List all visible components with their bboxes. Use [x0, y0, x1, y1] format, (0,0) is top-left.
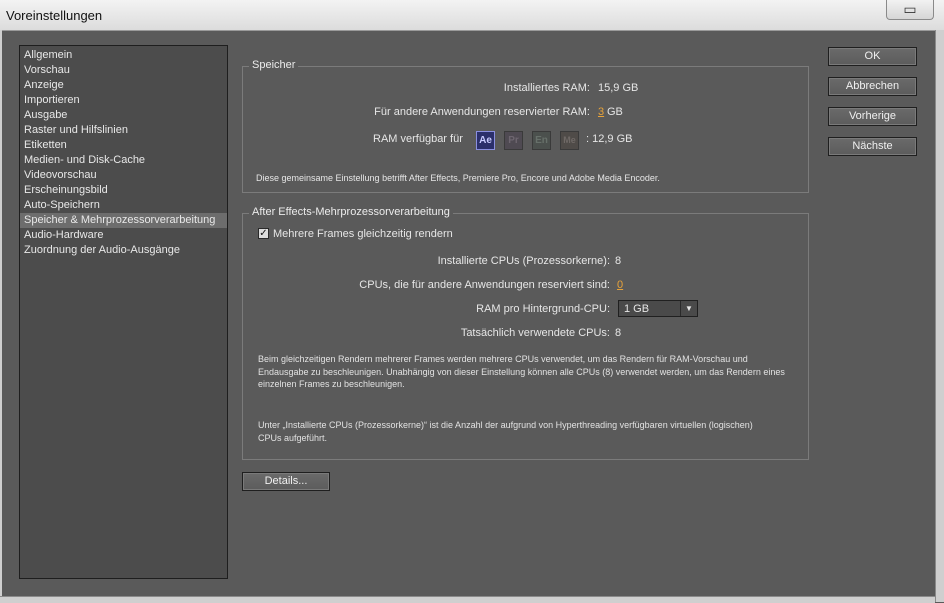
- sidebar-item-audio-ausgaenge[interactable]: Zuordnung der Audio-Ausgänge: [20, 243, 227, 258]
- ok-button[interactable]: OK: [828, 47, 917, 66]
- cancel-button[interactable]: Abbrechen: [828, 77, 917, 96]
- reserved-cpus-label: CPUs, die für andere Anwendungen reservi…: [359, 279, 610, 291]
- sidebar-item-importieren[interactable]: Importieren: [20, 93, 227, 108]
- sidebar-item-ausgabe[interactable]: Ausgabe: [20, 108, 227, 123]
- close-button[interactable]: ▭: [886, 0, 934, 20]
- sidebar-item-audio-hardware[interactable]: Audio-Hardware: [20, 228, 227, 243]
- installed-ram-value: 15,9 GB: [598, 82, 639, 94]
- actual-cpus-value: 8: [615, 327, 622, 339]
- preferences-category-list[interactable]: Allgemein Vorschau Anzeige Importieren A…: [19, 45, 228, 579]
- ram-per-cpu-label: RAM pro Hintergrund-CPU:: [476, 303, 610, 315]
- hyperthreading-info-text: Unter „Installierte CPUs (Prozessorkerne…: [258, 420, 753, 443]
- reserved-cpus-value[interactable]: 0: [617, 279, 623, 291]
- chevron-down-icon: ▼: [680, 301, 697, 316]
- reserved-ram-unit: GB: [607, 106, 623, 118]
- check-mark-icon: ✓: [259, 228, 268, 239]
- window-title: Voreinstellungen: [6, 8, 103, 23]
- installed-cpus-value: 8: [615, 255, 622, 267]
- ram-per-cpu-value: 1 GB: [624, 303, 650, 315]
- next-button[interactable]: Nächste: [828, 137, 917, 156]
- previous-button[interactable]: Vorherige: [828, 107, 917, 126]
- multiprocessing-info-text: Beim gleichzeitigen Rendern mehrerer Fra…: [258, 354, 785, 389]
- sidebar-item-media-cache[interactable]: Medien- und Disk-Cache: [20, 153, 227, 168]
- sidebar-item-raster[interactable]: Raster und Hilfslinien: [20, 123, 227, 138]
- sidebar-item-auto-speichern[interactable]: Auto-Speichern: [20, 198, 227, 213]
- render-multiple-frames-checkbox[interactable]: ✓: [258, 228, 269, 239]
- actual-cpus-label: Tatsächlich verwendete CPUs:: [460, 327, 610, 339]
- encore-icon: En: [532, 131, 551, 150]
- window-frame-left: [0, 30, 2, 602]
- sidebar-item-vorschau[interactable]: Vorschau: [20, 63, 227, 78]
- render-multiple-frames-label[interactable]: Mehrere Frames gleichzeitig rendern: [273, 228, 453, 240]
- ram-available-label: RAM verfügbar für: [373, 133, 463, 145]
- ram-per-cpu-select[interactable]: 1 GB ▼: [618, 300, 698, 317]
- sidebar-item-anzeige[interactable]: Anzeige: [20, 78, 227, 93]
- premiere-pro-icon: Pr: [504, 131, 523, 150]
- sidebar-item-erscheinungsbild[interactable]: Erscheinungsbild: [20, 183, 227, 198]
- memory-group-title: Speicher: [249, 59, 299, 71]
- reserved-ram-label: Für andere Anwendungen reservierter RAM:: [374, 106, 590, 118]
- title-bar: Voreinstellungen ▭: [0, 0, 944, 31]
- reserved-ram-value[interactable]: 3: [598, 106, 604, 118]
- ram-available-value: : 12,9 GB: [586, 133, 633, 145]
- close-icon: ▭: [903, 1, 917, 17]
- installed-cpus-label: Installierte CPUs (Prozessorkerne):: [437, 255, 610, 267]
- installed-ram-label: Installiertes RAM:: [503, 82, 590, 94]
- sidebar-item-allgemein[interactable]: Allgemein: [20, 48, 227, 63]
- sidebar-item-etiketten[interactable]: Etiketten: [20, 138, 227, 153]
- sidebar-item-videovorschau[interactable]: Videovorschau: [20, 168, 227, 183]
- memory-note: Diese gemeinsame Einstellung betrifft Af…: [256, 173, 660, 183]
- details-button[interactable]: Details...: [242, 472, 330, 491]
- media-encoder-icon: Me: [560, 131, 579, 150]
- after-effects-icon: Ae: [476, 131, 495, 150]
- window-frame-right: [935, 30, 944, 602]
- sidebar-item-speicher[interactable]: Speicher & Mehrprozessorverarbeitung: [20, 213, 227, 228]
- multiprocessing-group-title: After Effects-Mehrprozessorverarbeitung: [249, 206, 453, 218]
